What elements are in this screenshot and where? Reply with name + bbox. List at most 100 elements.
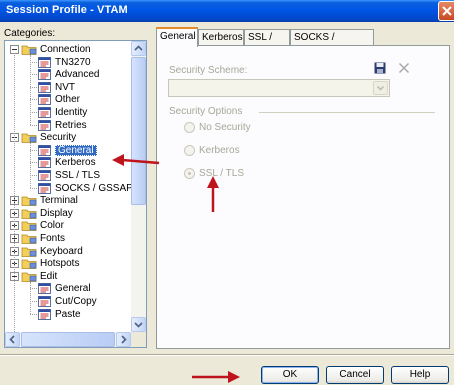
radio-no-security-label: No Security	[199, 122, 251, 133]
radio-kerberos[interactable]	[184, 145, 195, 156]
property-page-icon	[38, 69, 51, 81]
title-bar: Session Profile - VTAM	[0, 0, 454, 22]
tree-item-label: Cut/Copy	[55, 296, 97, 307]
tree-item-label: Security	[40, 132, 77, 144]
property-page-icon	[38, 56, 51, 68]
radio-no-security[interactable]	[184, 122, 195, 133]
tree-connector-line	[30, 288, 37, 290]
ok-button[interactable]: OK	[261, 366, 319, 384]
tree-vertical-scrollbar[interactable]	[131, 41, 146, 332]
tree-connector-line	[30, 61, 37, 63]
tree-item-label: Keyboard	[40, 245, 83, 257]
collapse-icon[interactable]	[10, 45, 19, 54]
security-options-label: Security Options	[169, 106, 243, 117]
tree-horizontal-scrollbar[interactable]	[5, 332, 131, 347]
categories-tree[interactable]: Connection TN3270 Advanced NVT Other Identity…	[4, 40, 147, 348]
folder-icon	[21, 271, 37, 282]
tree-connector-line	[30, 112, 37, 113]
tree-item-label: Display	[40, 207, 73, 219]
tree-connector-line	[30, 55, 31, 125]
scroll-thumb[interactable]	[131, 57, 146, 205]
tree-item-label: SSL / TLS	[55, 170, 101, 181]
tree-connector-line	[30, 74, 37, 76]
tree-item-label: Terminal	[40, 195, 78, 207]
property-page-icon	[38, 144, 51, 156]
tree-item-label: Kerberos	[55, 157, 96, 169]
tree-item-label: Retries	[55, 119, 87, 131]
folder-icon	[21, 195, 37, 207]
tree-connector-line	[30, 99, 37, 101]
scroll-left-button[interactable]	[5, 332, 20, 347]
help-button[interactable]: Help	[391, 366, 449, 384]
tree-connector-line	[30, 86, 37, 88]
button-bar-divider	[0, 354, 454, 356]
window-title: Session Profile - VTAM	[6, 4, 128, 16]
tree-item-label: TN3270	[55, 56, 91, 68]
tree-connector-line	[30, 313, 37, 315]
property-page-icon	[38, 94, 51, 106]
tab-ssl-tls[interactable]: SSL / TLS	[244, 29, 290, 58]
scroll-right-button[interactable]	[116, 332, 131, 347]
folder-icon	[21, 246, 37, 257]
tree-connector-line	[30, 149, 37, 151]
property-page-icon	[38, 283, 51, 295]
tree-item-label: Paste	[55, 308, 81, 320]
security-scheme-label: Security Scheme:	[169, 65, 248, 76]
tree-item-label: Edit	[40, 270, 58, 282]
tree-content: Connection TN3270 Advanced NVT Other Identity…	[5, 41, 133, 333]
folder-icon	[21, 233, 37, 244]
tree-item-label: Hotspots	[40, 258, 80, 270]
categories-label: Categories:	[4, 28, 56, 39]
property-page-icon	[38, 182, 51, 194]
cancel-button[interactable]: Cancel	[326, 366, 384, 384]
close-button[interactable]	[438, 1, 454, 21]
chevron-down-icon	[134, 322, 143, 328]
delete-x-icon[interactable]	[398, 62, 410, 74]
folder-icon	[21, 220, 37, 232]
property-page-icon	[38, 296, 51, 307]
tab-general[interactable]: General	[156, 27, 198, 47]
scroll-down-button[interactable]	[131, 317, 146, 332]
property-page-icon	[38, 119, 51, 131]
tab-socks-gssapi[interactable]: SOCKS / GSSAPI	[290, 29, 374, 58]
chevron-left-icon	[9, 335, 15, 344]
chevron-up-icon	[134, 45, 143, 51]
chevron-down-icon	[376, 85, 385, 91]
folder-icon	[21, 258, 37, 270]
radio-ssl-tls-label: SSL / TLS	[199, 168, 245, 179]
folder-icon	[21, 132, 37, 144]
property-page-icon	[38, 107, 51, 118]
floppy-disk-icon[interactable]	[374, 62, 386, 74]
security-scheme-select[interactable]	[168, 79, 390, 97]
close-icon	[442, 6, 452, 16]
annotation-arrow-to-ok	[192, 371, 240, 383]
radio-ssl-tls[interactable]	[184, 168, 195, 179]
chevron-right-icon	[121, 335, 127, 344]
tree-item-label: General	[55, 144, 97, 156]
general-tab-panel: Security Scheme: Security Options No Sec…	[156, 45, 450, 349]
tree-connector-line	[14, 55, 15, 333]
tree-connector-line	[30, 281, 31, 314]
horizontal-scroll-thumb[interactable]	[21, 332, 115, 347]
tree-connector-line	[30, 301, 37, 302]
tree-connector-line	[30, 143, 31, 188]
scroll-up-button[interactable]	[131, 41, 146, 56]
property-page-icon	[38, 170, 51, 181]
tree-item-label: NVT	[55, 81, 75, 93]
tree-connector-line	[30, 124, 37, 126]
scroll-corner	[131, 332, 146, 347]
tree-connector-line	[30, 162, 37, 164]
combo-dropdown-button[interactable]	[373, 81, 388, 95]
tree-item-label: Advanced	[55, 69, 100, 81]
folder-icon	[21, 208, 37, 219]
tree-item-label: Identity	[55, 107, 88, 118]
tab-kerberos[interactable]: Kerberos	[198, 29, 244, 46]
tree-item-label: General	[55, 283, 91, 295]
security-options-divider	[259, 112, 435, 113]
tree-connector-line	[30, 175, 37, 176]
tree-item-label: Fonts	[40, 233, 66, 244]
property-page-icon	[38, 81, 51, 93]
property-page-icon	[38, 308, 51, 320]
tree-item-label: SOCKS / GSSAP	[55, 182, 133, 194]
property-page-icon	[38, 157, 51, 169]
